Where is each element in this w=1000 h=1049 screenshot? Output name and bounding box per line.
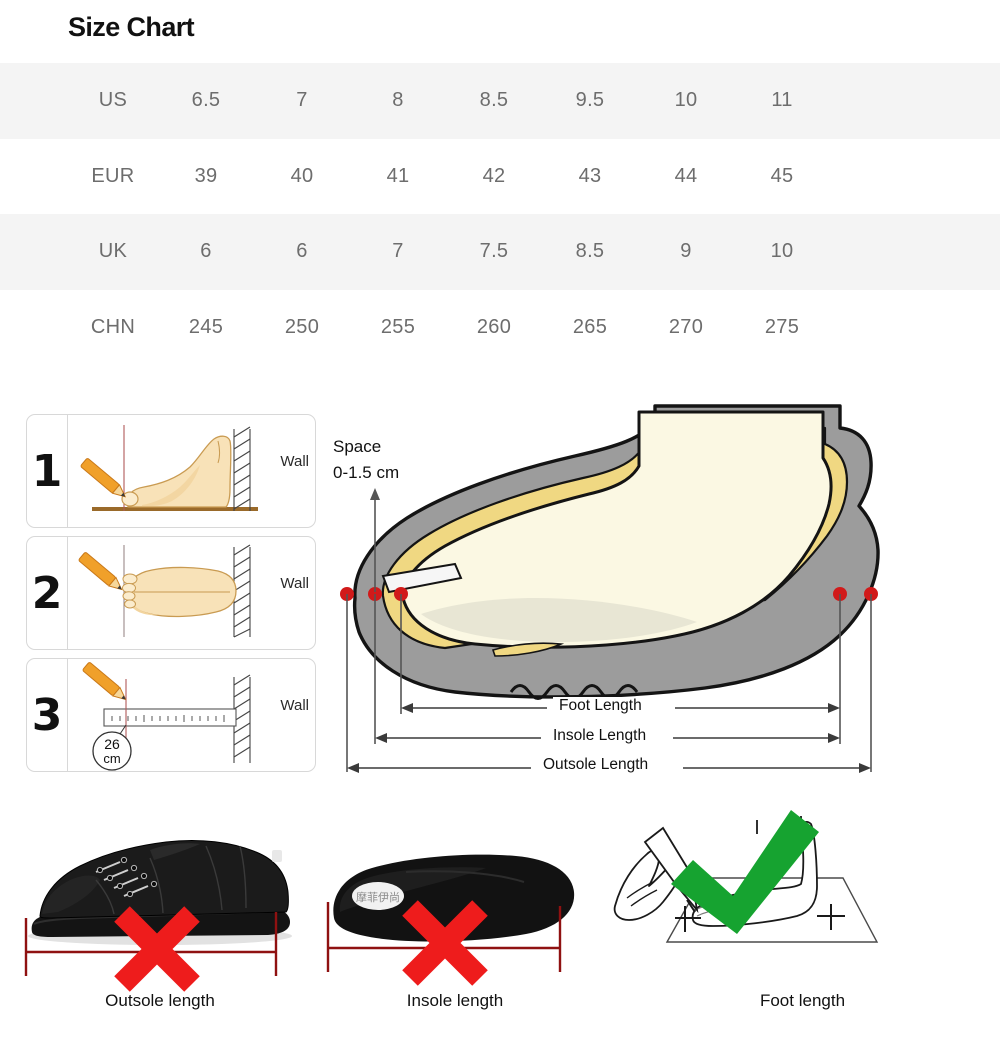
steps-panel: 1 Wall 2 Wall 3 26 cm Wall (26, 414, 316, 776)
step-card-1: 1 Wall (26, 414, 316, 528)
caption-foot-length: Foot length (759, 991, 846, 1010)
cell-eur-0: 39 (194, 164, 218, 187)
black-insole-icon: 摩菲伊尚 (326, 854, 575, 986)
shoe-cross-section-diagram: Space 0-1.5 cm Foot Length Insole Length… (325, 400, 1000, 795)
cell-eur-1: 40 (290, 164, 314, 187)
cell-chn-3: 260 (476, 315, 512, 338)
foot-side-view-icon (80, 425, 258, 511)
caption-insole-length: Insole length (406, 991, 504, 1010)
measure-value-text: 26 (104, 736, 120, 752)
foot-tracing-illustration (605, 800, 1000, 1005)
black-sneaker-icon (24, 840, 292, 992)
table-row: EUR 39 40 41 42 43 44 45 (0, 138, 1000, 214)
cell-chn-4: 265 (572, 315, 608, 338)
page-title: Size Chart (68, 12, 195, 42)
cell-eur-3: 42 (482, 164, 506, 187)
sneaker-photo-illustration (0, 800, 320, 1005)
measure-unit-text: cm (103, 751, 120, 766)
cell-us-1: 7 (296, 89, 308, 112)
cell-eur-4: 43 (578, 164, 602, 187)
panel-outsole-length: Outsole length (0, 800, 320, 1049)
cell-chn-0: 245 (188, 315, 224, 338)
panel-insole-length: 摩菲伊尚 Insole length (310, 800, 600, 1049)
table-row: CHN 245 250 255 260 265 270 275 (0, 289, 1000, 365)
measurement-instructions-section: 1 Wall 2 Wall 3 26 cm Wall Space 0-1.5 c… (0, 400, 1000, 795)
caption-outsole-length: Outsole length (105, 991, 215, 1010)
cell-uk-1: 6 (296, 240, 308, 263)
foot-tracing-icon (613, 810, 879, 943)
cell-chn-5: 270 (668, 315, 704, 338)
wall-label-1: Wall (280, 453, 309, 470)
step-2-illustration (68, 537, 315, 649)
cell-uk-6: 10 (770, 240, 794, 263)
cell-us-6: 11 (771, 89, 793, 112)
step-card-2: 2 Wall (26, 536, 316, 650)
row-header-uk: UK (98, 240, 128, 263)
row-header-chn: CHN (90, 315, 136, 338)
step-1-illustration (68, 415, 315, 527)
cell-uk-2: 7 (392, 240, 404, 263)
space-label-line2: 0-1.5 cm (333, 463, 400, 482)
cell-uk-3: 7.5 (479, 240, 509, 263)
step-card-3: 3 26 cm Wall (26, 658, 316, 772)
cell-us-4: 9.5 (575, 89, 605, 112)
space-label-line1: Space (333, 437, 382, 456)
cell-eur-2: 41 (386, 164, 410, 187)
dim-label-outsole-length: Outsole Length (537, 756, 655, 774)
table-row: US 6.5 7 8 8.5 9.5 10 11 (0, 63, 1000, 139)
cell-uk-0: 6 (200, 240, 212, 263)
cell-eur-5: 44 (674, 164, 698, 187)
cell-uk-4: 8.5 (575, 240, 605, 263)
cell-chn-6: 275 (764, 315, 800, 338)
insole-photo-illustration: 摩菲伊尚 (310, 800, 600, 1005)
step-number-1: 1 (27, 415, 68, 527)
dim-label-insole-length: Insole Length (547, 727, 653, 745)
cell-us-3: 8.5 (479, 89, 509, 112)
row-header-eur: EUR (91, 164, 135, 187)
dim-label-foot-length: Foot Length (553, 697, 648, 715)
insole-logo-text: 摩菲伊尚 (356, 890, 400, 904)
step-3-illustration: 26 cm (68, 659, 315, 771)
ruler-measure-icon: 26 cm (82, 662, 251, 771)
step-number-3: 3 (27, 659, 68, 771)
wall-label-2: Wall (280, 575, 309, 592)
cell-eur-6: 45 (770, 164, 794, 187)
cell-us-5: 10 (674, 89, 698, 112)
comparison-panels-section: Outsole length 摩菲伊尚 Insole length Foot l… (0, 800, 1000, 1049)
cell-chn-1: 250 (284, 315, 320, 338)
cell-us-0: 6.5 (191, 89, 221, 112)
cell-chn-2: 255 (380, 315, 416, 338)
shoe-cross-section-svg (340, 404, 880, 773)
row-header-us: US (98, 89, 128, 112)
size-chart-table: US 6.5 7 8 8.5 9.5 10 11 EUR 39 40 41 42… (0, 63, 1000, 365)
panel-foot-length: Foot length (605, 800, 1000, 1049)
foot-top-view-icon (78, 544, 251, 638)
wall-label-3: Wall (280, 697, 309, 714)
table-row: UK 6 6 7 7.5 8.5 9 10 (0, 214, 1000, 290)
step-number-2: 2 (27, 537, 68, 649)
cell-uk-5: 9 (680, 240, 692, 263)
space-label: Space 0-1.5 cm (333, 434, 399, 486)
cell-us-2: 8 (392, 89, 404, 112)
